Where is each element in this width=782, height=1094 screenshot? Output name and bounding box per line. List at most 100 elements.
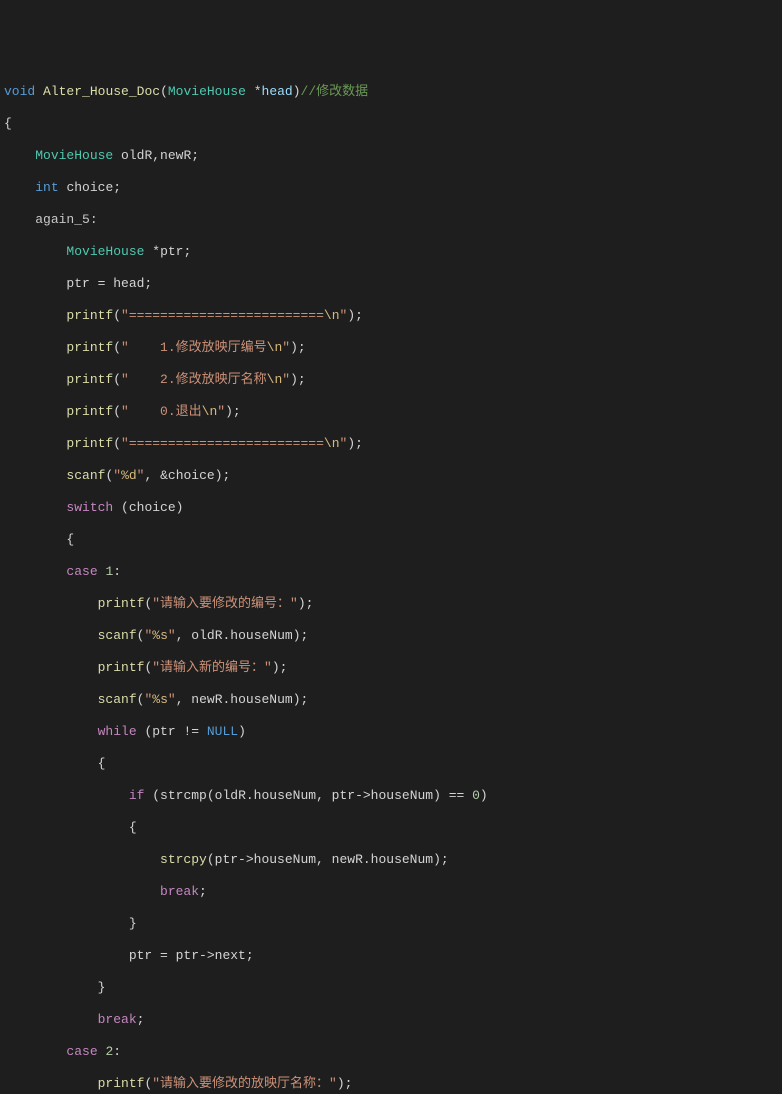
- null-keyword: NULL: [207, 724, 238, 739]
- code-line[interactable]: printf("请输入要修改的编号：");: [4, 596, 782, 612]
- code-line[interactable]: scanf("%s", newR.houseNum);: [4, 692, 782, 708]
- string-literal: "%s": [144, 692, 175, 707]
- brace: }: [129, 916, 137, 931]
- code-line[interactable]: break;: [4, 884, 782, 900]
- code-line[interactable]: }: [4, 916, 782, 932]
- keyword-if: if: [129, 788, 145, 803]
- paren-end: );: [225, 404, 241, 419]
- function-call: scanf: [98, 692, 137, 707]
- string-literal: "%d": [113, 468, 144, 483]
- code-line[interactable]: switch (choice): [4, 500, 782, 516]
- expression: (choice): [121, 500, 183, 515]
- code-editor[interactable]: void Alter_House_Doc(MovieHouse *head)//…: [4, 68, 782, 1094]
- semicolon: ;: [199, 884, 207, 899]
- brace: {: [4, 116, 12, 131]
- number: 0: [472, 788, 480, 803]
- args: , oldR.houseNum);: [176, 628, 309, 643]
- code-line[interactable]: while (ptr != NULL): [4, 724, 782, 740]
- type-name: MovieHouse: [35, 148, 113, 163]
- type-name: MovieHouse: [66, 244, 144, 259]
- code-line[interactable]: {: [4, 820, 782, 836]
- paren-end: );: [290, 372, 306, 387]
- paren-end: );: [290, 340, 306, 355]
- brace: }: [98, 980, 106, 995]
- function-call: scanf: [98, 628, 137, 643]
- keyword-case: case: [66, 564, 97, 579]
- code-line[interactable]: {: [4, 756, 782, 772]
- string-literal: "=========================\n": [121, 308, 347, 323]
- string-literal: " 1.修改放映厅编号\n": [121, 340, 290, 355]
- function-call: printf: [66, 308, 113, 323]
- statement: ptr = head;: [66, 276, 152, 291]
- string-literal: "请输入要修改的编号：": [152, 596, 298, 611]
- code-line[interactable]: MovieHouse oldR,newR;: [4, 148, 782, 164]
- code-line[interactable]: MovieHouse *ptr;: [4, 244, 782, 260]
- operator: *: [254, 84, 262, 99]
- parameter: head: [262, 84, 293, 99]
- code-line[interactable]: break;: [4, 1012, 782, 1028]
- code-line[interactable]: again_5:: [4, 212, 782, 228]
- brace: {: [66, 532, 74, 547]
- code-line[interactable]: scanf("%s", oldR.houseNum);: [4, 628, 782, 644]
- paren-end: );: [347, 308, 363, 323]
- statement: ptr = ptr->next;: [129, 948, 254, 963]
- code-line[interactable]: {: [4, 116, 782, 132]
- expression: (strcmp(oldR.houseNum, ptr->houseNum) ==: [152, 788, 472, 803]
- keyword-int: int: [35, 180, 58, 195]
- code-line[interactable]: printf("请输入新的编号：");: [4, 660, 782, 676]
- code-line[interactable]: case 1:: [4, 564, 782, 580]
- code-line[interactable]: printf("=========================\n");: [4, 308, 782, 324]
- function-call: strcpy: [160, 852, 207, 867]
- code-line[interactable]: case 2:: [4, 1044, 782, 1060]
- string-literal: " 0.退出\n": [121, 404, 225, 419]
- paren: ): [238, 724, 246, 739]
- string-literal: "=========================\n": [121, 436, 347, 451]
- function-call: printf: [66, 340, 113, 355]
- function-call: printf: [98, 660, 145, 675]
- function-name: Alter_House_Doc: [43, 84, 160, 99]
- code-line[interactable]: ptr = head;: [4, 276, 782, 292]
- code-line[interactable]: strcpy(ptr->houseNum, newR.houseNum);: [4, 852, 782, 868]
- code-line[interactable]: printf(" 1.修改放映厅编号\n");: [4, 340, 782, 356]
- keyword-break: break: [160, 884, 199, 899]
- semicolon: ;: [137, 1012, 145, 1027]
- function-call: printf: [66, 372, 113, 387]
- code-line[interactable]: }: [4, 980, 782, 996]
- code-line[interactable]: {: [4, 532, 782, 548]
- args: , &choice);: [144, 468, 230, 483]
- code-line[interactable]: int choice;: [4, 180, 782, 196]
- expression: (ptr !=: [144, 724, 206, 739]
- type-name: MovieHouse: [168, 84, 246, 99]
- paren: ): [480, 788, 488, 803]
- paren-end: );: [337, 1076, 353, 1091]
- colon: :: [113, 564, 121, 579]
- code-line[interactable]: printf(" 2.修改放映厅名称\n");: [4, 372, 782, 388]
- variables: choice;: [66, 180, 121, 195]
- code-line[interactable]: ptr = ptr->next;: [4, 948, 782, 964]
- brace: {: [98, 756, 106, 771]
- code-line[interactable]: scanf("%d", &choice);: [4, 468, 782, 484]
- code-line[interactable]: printf("=========================\n");: [4, 436, 782, 452]
- keyword-while: while: [98, 724, 137, 739]
- brace: {: [129, 820, 137, 835]
- string-literal: "请输入新的编号：": [152, 660, 272, 675]
- string-literal: "%s": [144, 628, 175, 643]
- code-line[interactable]: printf("请输入要修改的放映厅名称：");: [4, 1076, 782, 1092]
- function-call: printf: [66, 404, 113, 419]
- code-line[interactable]: printf(" 0.退出\n");: [4, 404, 782, 420]
- code-line[interactable]: void Alter_House_Doc(MovieHouse *head)//…: [4, 84, 782, 100]
- string-literal: " 2.修改放映厅名称\n": [121, 372, 290, 387]
- keyword-case: case: [66, 1044, 97, 1059]
- comment: //修改数据: [301, 84, 369, 99]
- keyword-void: void: [4, 84, 35, 99]
- args: (ptr->houseNum, newR.houseNum);: [207, 852, 449, 867]
- number: 2: [105, 1044, 113, 1059]
- colon: :: [113, 1044, 121, 1059]
- paren-end: );: [272, 660, 288, 675]
- function-call: scanf: [66, 468, 105, 483]
- code-line[interactable]: if (strcmp(oldR.houseNum, ptr->houseNum)…: [4, 788, 782, 804]
- variable: ptr;: [160, 244, 191, 259]
- function-call: printf: [98, 596, 145, 611]
- variables: oldR,newR;: [121, 148, 199, 163]
- string-literal: "请输入要修改的放映厅名称：": [152, 1076, 337, 1091]
